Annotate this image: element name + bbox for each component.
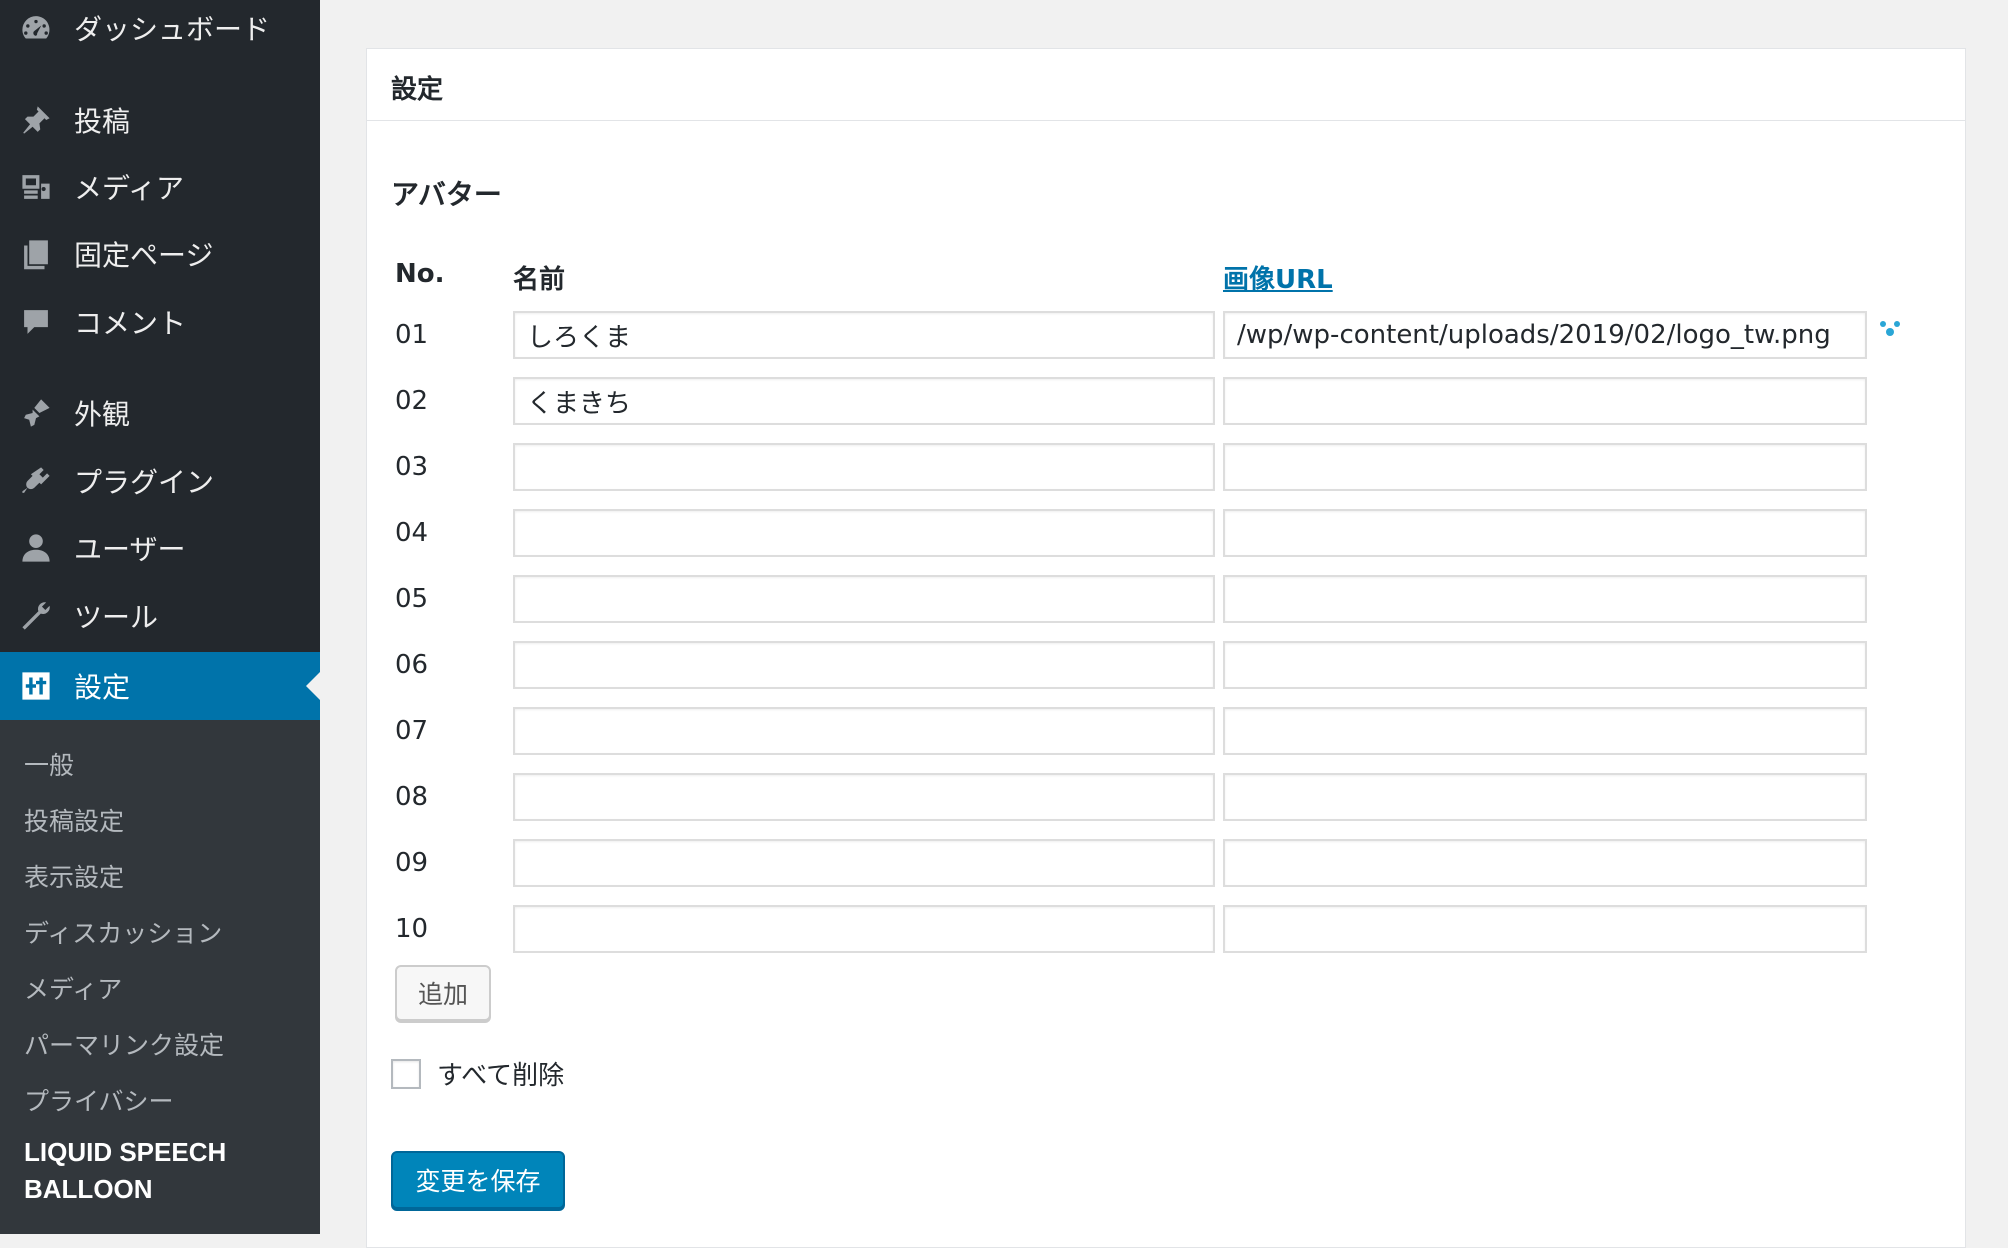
menu-item-label: ユーザー [74, 533, 186, 566]
avatar-name-input[interactable] [513, 773, 1215, 821]
settings-icon [18, 668, 54, 704]
menu-item-label: 外観 [74, 398, 131, 431]
admin-sidebar: ダッシュボード 投稿 メディア 固定ページ コメント 外観 プラグイン ユーザー… [0, 0, 320, 1234]
avatar-url-input[interactable] [1223, 575, 1867, 623]
avatar-url-input[interactable] [1223, 905, 1867, 953]
menu-item-settings[interactable]: 設定 [0, 652, 320, 720]
row-number: 02 [395, 386, 429, 416]
settings-panel: 設定 アバター No. 名前 画像URL 01 02 03 04 05 06 0… [366, 48, 1966, 1248]
wrench-icon [18, 598, 54, 634]
panel-header: 設定 [367, 49, 1965, 121]
menu-item-label: ダッシュボード [74, 13, 271, 46]
avatar-name-input[interactable] [513, 311, 1215, 359]
menu-item-label: 固定ページ [74, 239, 214, 272]
row-number: 08 [395, 782, 429, 812]
delete-all-option[interactable]: すべて削除 [391, 1055, 564, 1092]
submenu-item-liquid-speech-balloon[interactable]: LIQUID SPEECH BALLOON [24, 1134, 304, 1208]
row-number: 06 [395, 650, 429, 680]
submenu-item-general[interactable]: 一般 [24, 746, 74, 782]
avatar-preview-icon [1880, 321, 1900, 336]
submenu-item-permalinks[interactable]: パーマリンク設定 [24, 1026, 224, 1062]
save-changes-button[interactable]: 変更を保存 [391, 1151, 565, 1209]
section-title: アバター [391, 178, 502, 211]
avatar-name-input[interactable] [513, 509, 1215, 557]
menu-item-plugins[interactable]: プラグイン [0, 447, 320, 515]
avatar-url-input[interactable] [1223, 641, 1867, 689]
menu-item-label: コメント [74, 307, 187, 340]
avatar-name-input[interactable] [513, 641, 1215, 689]
submenu-item-discussion[interactable]: ディスカッション [24, 914, 222, 950]
user-icon [18, 530, 54, 566]
avatar-url-input[interactable] [1223, 839, 1867, 887]
column-header-name: 名前 [513, 265, 566, 295]
add-row-button[interactable]: 追加 [395, 965, 491, 1021]
avatar-url-input[interactable] [1223, 509, 1867, 557]
avatar-name-input[interactable] [513, 839, 1215, 887]
row-number: 10 [395, 914, 429, 944]
menu-item-posts[interactable]: 投稿 [0, 86, 320, 154]
menu-item-pages[interactable]: 固定ページ [0, 220, 320, 288]
avatar-url-input[interactable] [1223, 773, 1867, 821]
avatar-url-input[interactable] [1223, 377, 1867, 425]
column-header-image-url[interactable]: 画像URL [1223, 259, 1333, 296]
row-number: 07 [395, 716, 429, 746]
menu-item-appearance[interactable]: 外観 [0, 379, 320, 447]
menu-item-label: ツール [74, 601, 159, 634]
menu-item-dashboard[interactable]: ダッシュボード [0, 0, 320, 62]
avatar-url-input[interactable] [1223, 311, 1867, 359]
menu-item-users[interactable]: ユーザー [0, 514, 320, 582]
menu-item-comments[interactable]: コメント [0, 288, 320, 356]
menu-item-label: メディア [74, 172, 185, 205]
menu-item-label: 設定 [74, 671, 131, 704]
comment-icon [18, 304, 54, 340]
paintbrush-icon [18, 395, 54, 431]
avatar-name-input[interactable] [513, 707, 1215, 755]
delete-all-label[interactable]: すべて削除 [437, 1055, 564, 1092]
plugin-icon [18, 463, 54, 499]
settings-submenu: 一般 投稿設定 表示設定 ディスカッション メディア パーマリンク設定 プライバ… [0, 720, 320, 1234]
submenu-item-reading[interactable]: 表示設定 [24, 858, 124, 894]
media-icon [18, 169, 54, 205]
row-number: 05 [395, 584, 429, 614]
submenu-item-privacy[interactable]: プライバシー [24, 1082, 174, 1118]
avatar-url-input[interactable] [1223, 707, 1867, 755]
row-number: 01 [395, 320, 429, 350]
menu-item-label: プラグイン [74, 466, 215, 499]
menu-item-label: 投稿 [74, 105, 131, 138]
avatar-name-input[interactable] [513, 443, 1215, 491]
row-number: 03 [395, 452, 429, 482]
avatar-name-input[interactable] [513, 575, 1215, 623]
submenu-item-media[interactable]: メディア [24, 970, 122, 1006]
menu-item-tools[interactable]: ツール [0, 582, 320, 650]
menu-item-media[interactable]: メディア [0, 153, 320, 221]
submenu-item-writing[interactable]: 投稿設定 [24, 802, 124, 838]
pushpin-icon [18, 102, 54, 138]
avatar-name-input[interactable] [513, 377, 1215, 425]
avatar-name-input[interactable] [513, 905, 1215, 953]
delete-all-checkbox[interactable] [391, 1058, 421, 1089]
pages-icon [18, 236, 54, 272]
column-header-no: No. [395, 259, 445, 289]
row-number: 04 [395, 518, 429, 548]
panel-title: 設定 [391, 75, 444, 105]
dashboard-icon [18, 10, 54, 46]
row-number: 09 [395, 848, 429, 878]
avatar-url-input[interactable] [1223, 443, 1867, 491]
